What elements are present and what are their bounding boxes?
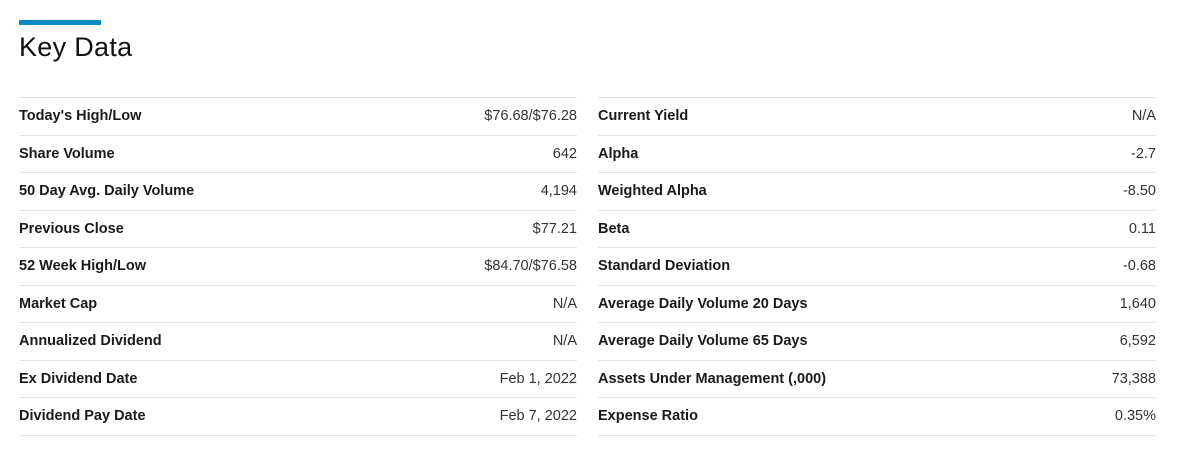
title-accent-bar: [19, 20, 101, 25]
row-label: Current Yield: [598, 108, 689, 125]
row-value: Feb 7, 2022: [499, 408, 577, 425]
table-row: Market Cap N/A: [19, 286, 577, 323]
row-label: Assets Under Management (,000): [598, 370, 827, 387]
table-row: 52 Week High/Low $84.70/$76.58: [19, 248, 577, 286]
row-label: Dividend Pay Date: [19, 408, 146, 425]
row-label: Beta: [598, 220, 630, 237]
key-data-table-left: Today's High/Low $76.68/$76.28 Share Vol…: [19, 97, 577, 436]
key-data-table-right: Current Yield N/A Alpha -2.7 Weighted Al…: [598, 97, 1156, 436]
row-value: -0.68: [1122, 258, 1156, 275]
table-row: Previous Close $77.21: [19, 211, 577, 248]
row-label: Annualized Dividend: [19, 333, 162, 350]
row-value: $76.68/$76.28: [484, 108, 577, 125]
row-label: Today's High/Low: [19, 108, 142, 125]
row-label: Alpha: [598, 145, 639, 162]
section-title: Key Data: [19, 32, 133, 62]
table-row: Dividend Pay Date Feb 7, 2022: [19, 398, 577, 436]
row-value: 6,592: [1119, 333, 1156, 350]
table-row: Current Yield N/A: [598, 98, 1156, 136]
table-row: Assets Under Management (,000) 73,388: [598, 361, 1156, 398]
table-row: Share Volume 642: [19, 136, 577, 173]
table-row: Expense Ratio 0.35%: [598, 398, 1156, 436]
row-label: 52 Week High/Low: [19, 258, 147, 275]
row-value: 1,640: [1119, 295, 1156, 312]
table-row: Alpha -2.7: [598, 136, 1156, 173]
row-label: Standard Deviation: [598, 258, 731, 275]
row-value: 4,194: [540, 183, 577, 200]
table-row: Average Daily Volume 20 Days 1,640: [598, 286, 1156, 323]
row-value: N/A: [1131, 108, 1156, 125]
row-value: 0.35%: [1114, 408, 1156, 425]
row-value: N/A: [552, 333, 577, 350]
table-row: 50 Day Avg. Daily Volume 4,194: [19, 173, 577, 211]
table-row: Beta 0.11: [598, 211, 1156, 248]
row-value: -8.50: [1122, 183, 1156, 200]
row-value: N/A: [552, 295, 577, 312]
row-label: Ex Dividend Date: [19, 370, 138, 387]
row-value: 73,388: [1111, 370, 1156, 387]
row-label: Weighted Alpha: [598, 183, 707, 200]
row-label: Market Cap: [19, 295, 98, 312]
row-label: Average Daily Volume 65 Days: [598, 333, 808, 350]
row-value: Feb 1, 2022: [499, 370, 577, 387]
table-row: Weighted Alpha -8.50: [598, 173, 1156, 211]
row-value: $77.21: [532, 220, 577, 237]
row-label: Previous Close: [19, 220, 124, 237]
row-label: Average Daily Volume 20 Days: [598, 295, 808, 312]
table-row: Annualized Dividend N/A: [19, 323, 577, 361]
row-label: Expense Ratio: [598, 408, 698, 425]
row-value: -2.7: [1131, 145, 1156, 162]
table-row: Average Daily Volume 65 Days 6,592: [598, 323, 1156, 361]
row-label: 50 Day Avg. Daily Volume: [19, 183, 195, 200]
row-value: 0.11: [1128, 220, 1156, 237]
row-value: 642: [552, 145, 577, 162]
table-row: Ex Dividend Date Feb 1, 2022: [19, 361, 577, 398]
row-value: $84.70/$76.58: [484, 258, 577, 275]
row-label: Share Volume: [19, 145, 115, 162]
table-row: Today's High/Low $76.68/$76.28: [19, 98, 577, 136]
table-row: Standard Deviation -0.68: [598, 248, 1156, 286]
